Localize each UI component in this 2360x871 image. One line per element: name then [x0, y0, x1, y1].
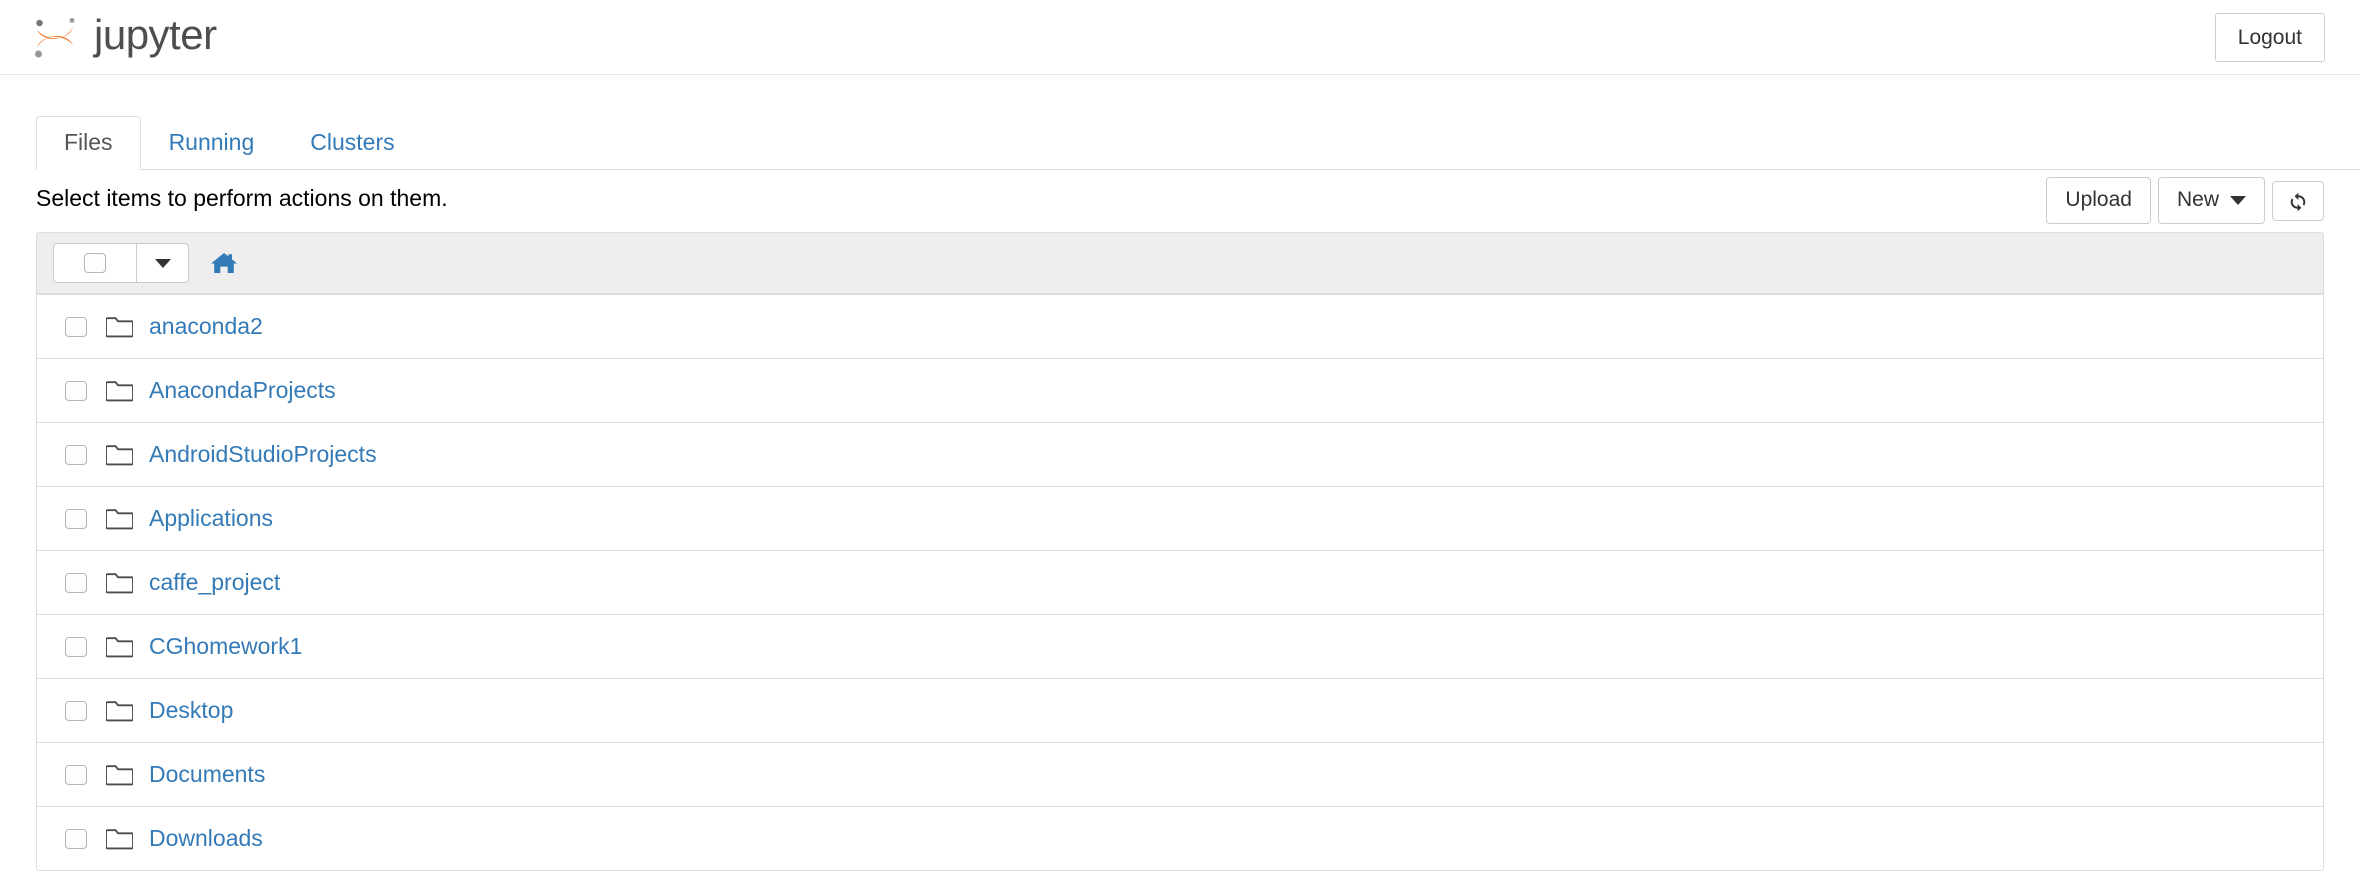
row-checkbox[interactable]	[65, 380, 87, 401]
row-checkbox-cell	[53, 380, 106, 401]
row-checkbox-cell	[53, 508, 106, 529]
tabs-container: Files Running Clusters	[0, 116, 2360, 170]
file-link[interactable]: AnacondaProjects	[149, 376, 336, 406]
tab-files[interactable]: Files	[36, 116, 141, 170]
chevron-down-icon	[154, 258, 171, 268]
refresh-button[interactable]	[2272, 180, 2324, 221]
folder-icon	[106, 635, 149, 658]
home-icon[interactable]	[189, 251, 237, 275]
folder-icon	[106, 763, 149, 786]
new-dropdown-button[interactable]: New	[2157, 177, 2265, 225]
jupyter-brand-link[interactable]: jupyter	[30, 0, 217, 74]
tab-clusters-link[interactable]: Clusters	[282, 116, 422, 170]
file-link[interactable]: Desktop	[149, 696, 233, 726]
folder-icon	[106, 379, 149, 402]
folder-icon	[106, 507, 149, 530]
row-checkbox-cell	[53, 764, 106, 785]
file-link[interactable]: anaconda2	[149, 312, 263, 342]
file-list-header	[37, 233, 2323, 294]
row-checkbox-cell	[53, 828, 106, 849]
logout-button[interactable]: Logout	[2214, 13, 2325, 63]
table-row[interactable]: CGhomework1	[37, 614, 2323, 678]
toolbar-buttons: Upload New	[2046, 177, 2324, 225]
table-row[interactable]: anaconda2	[37, 294, 2323, 358]
row-checkbox[interactable]	[65, 764, 87, 785]
file-list-panel: anaconda2 AnacondaProjects AndroidStudio…	[36, 232, 2324, 871]
folder-icon	[106, 571, 149, 594]
file-link[interactable]: CGhomework1	[149, 632, 302, 662]
file-link[interactable]: Applications	[149, 504, 273, 534]
row-checkbox[interactable]	[65, 572, 87, 593]
tab-files-link[interactable]: Files	[36, 116, 141, 170]
row-checkbox-cell	[53, 316, 106, 337]
file-link[interactable]: Downloads	[149, 824, 263, 854]
tab-running-link[interactable]: Running	[141, 116, 283, 170]
folder-icon	[106, 699, 149, 722]
select-all-dropdown-button[interactable]	[137, 243, 189, 283]
select-all-group	[53, 243, 189, 283]
chevron-down-icon	[2230, 195, 2246, 205]
file-link[interactable]: AndroidStudioProjects	[149, 440, 377, 470]
row-checkbox-cell	[53, 700, 106, 721]
select-all-checkbox[interactable]	[84, 253, 106, 273]
row-checkbox-cell	[53, 636, 106, 657]
row-checkbox[interactable]	[65, 508, 87, 529]
folder-icon	[106, 827, 149, 850]
brand-title: jupyter	[94, 11, 217, 58]
row-checkbox[interactable]	[65, 316, 87, 337]
file-link[interactable]: caffe_project	[149, 568, 280, 598]
table-row[interactable]: Downloads	[37, 806, 2323, 870]
upload-button[interactable]: Upload	[2046, 177, 2151, 225]
page-header: jupyter Logout	[0, 0, 2360, 75]
table-row[interactable]: Applications	[37, 486, 2323, 550]
table-row[interactable]: AndroidStudioProjects	[37, 422, 2323, 486]
row-checkbox-cell	[53, 444, 106, 465]
table-row[interactable]: Documents	[37, 742, 2323, 806]
folder-icon	[106, 443, 149, 466]
jupyter-logo-icon	[30, 12, 80, 62]
row-checkbox[interactable]	[65, 636, 87, 657]
tab-clusters[interactable]: Clusters	[282, 116, 422, 170]
row-checkbox-cell	[53, 572, 106, 593]
action-toolbar: Select items to perform actions on them.…	[36, 170, 2324, 230]
new-button-label: New	[2176, 188, 2219, 211]
tab-running[interactable]: Running	[141, 116, 283, 170]
refresh-icon	[2286, 190, 2310, 214]
table-row[interactable]: caffe_project	[37, 550, 2323, 614]
row-checkbox[interactable]	[65, 700, 87, 721]
table-row[interactable]: AnacondaProjects	[37, 358, 2323, 422]
row-checkbox[interactable]	[65, 828, 87, 849]
main-tabs: Files Running Clusters	[36, 116, 2360, 170]
row-checkbox[interactable]	[65, 444, 87, 465]
selection-hint-text: Select items to perform actions on them.	[36, 185, 448, 211]
folder-icon	[106, 315, 149, 338]
select-all-checkbox-wrapper[interactable]	[53, 243, 137, 283]
table-row[interactable]: Desktop	[37, 678, 2323, 742]
file-link[interactable]: Documents	[149, 760, 265, 790]
